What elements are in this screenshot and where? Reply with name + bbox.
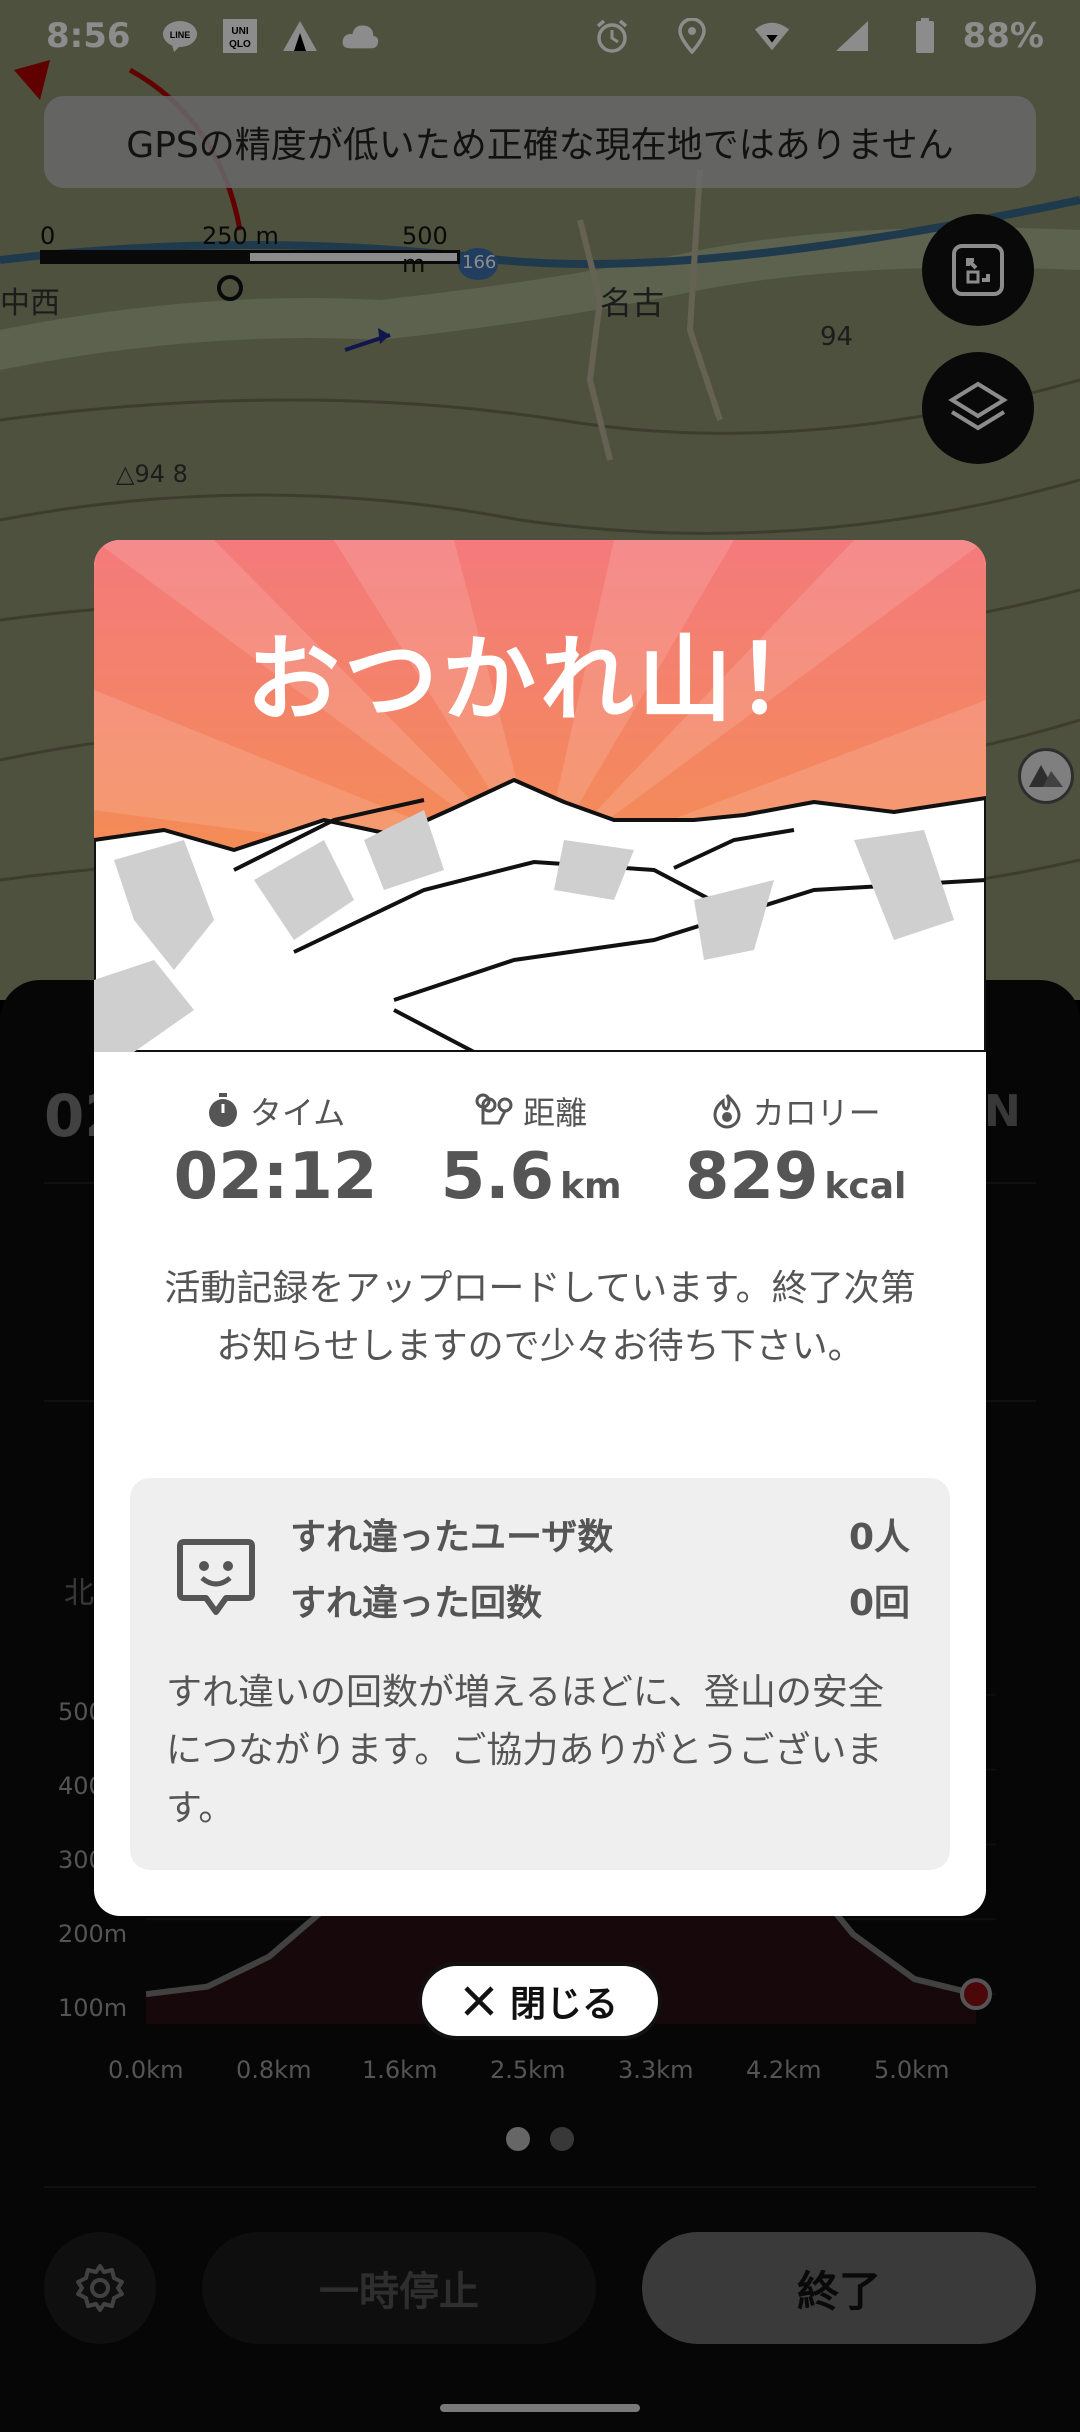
encounter-count-value: 0回 bbox=[848, 1583, 910, 1624]
encounter-face-icon bbox=[177, 1539, 255, 1615]
stat-time: タイム 02:12 bbox=[173, 1088, 378, 1214]
encounter-users-value: 0人 bbox=[848, 1517, 910, 1558]
stat-distance: 距離 5.6 km bbox=[441, 1088, 622, 1214]
flame-icon bbox=[713, 1093, 741, 1129]
stopwatch-icon bbox=[208, 1093, 237, 1127]
activity-stats: タイム 02:12 距離 5.6 km カロリー 829 kcal bbox=[94, 1088, 986, 1214]
modal-title: おつかれ山！ bbox=[245, 626, 834, 735]
stat-calories-value: 829 bbox=[684, 1140, 819, 1214]
stat-distance-unit: km bbox=[560, 1166, 622, 1207]
encounter-count-label: すれ違った回数 bbox=[290, 1583, 543, 1624]
encounter-note: すれ違いの回数が増えるほどに、登山の安全につながります。ご協力ありがとうございま… bbox=[166, 1672, 884, 1829]
encounter-users-label: すれ違ったユーザ数 bbox=[290, 1517, 614, 1558]
encounter-users-row: すれ違ったユーザ数 0人 bbox=[290, 1508, 910, 1560]
route-icon bbox=[475, 1093, 513, 1125]
encounter-count-row: すれ違った回数 0回 bbox=[290, 1574, 910, 1626]
activity-complete-modal: おつかれ山！ タイム 02:12 距離 5.6 km カロリー 829 kcal 活… bbox=[94, 540, 986, 1916]
stat-calories-label: カロリー bbox=[752, 1094, 881, 1132]
close-icon bbox=[464, 1986, 494, 2016]
stat-distance-label: 距離 bbox=[523, 1094, 588, 1132]
stat-time-label: タイム bbox=[249, 1094, 346, 1132]
encounter-card: すれ違ったユーザ数 0人 すれ違った回数 0回 すれ違いの回数が増えるほどに、登… bbox=[130, 1478, 950, 1870]
stat-calories: カロリー 829 kcal bbox=[684, 1088, 907, 1214]
close-button-label: 閉じる bbox=[509, 1984, 618, 2025]
stat-calories-unit: kcal bbox=[824, 1166, 907, 1207]
close-button[interactable]: 閉じる bbox=[418, 1962, 662, 2040]
stat-time-value: 02:12 bbox=[173, 1140, 378, 1214]
upload-message: 活動記録をアップロードしています。終了次第お知らせしますので少々お待ち下さい。 bbox=[164, 1268, 916, 1367]
stat-distance-value: 5.6 bbox=[440, 1140, 555, 1214]
